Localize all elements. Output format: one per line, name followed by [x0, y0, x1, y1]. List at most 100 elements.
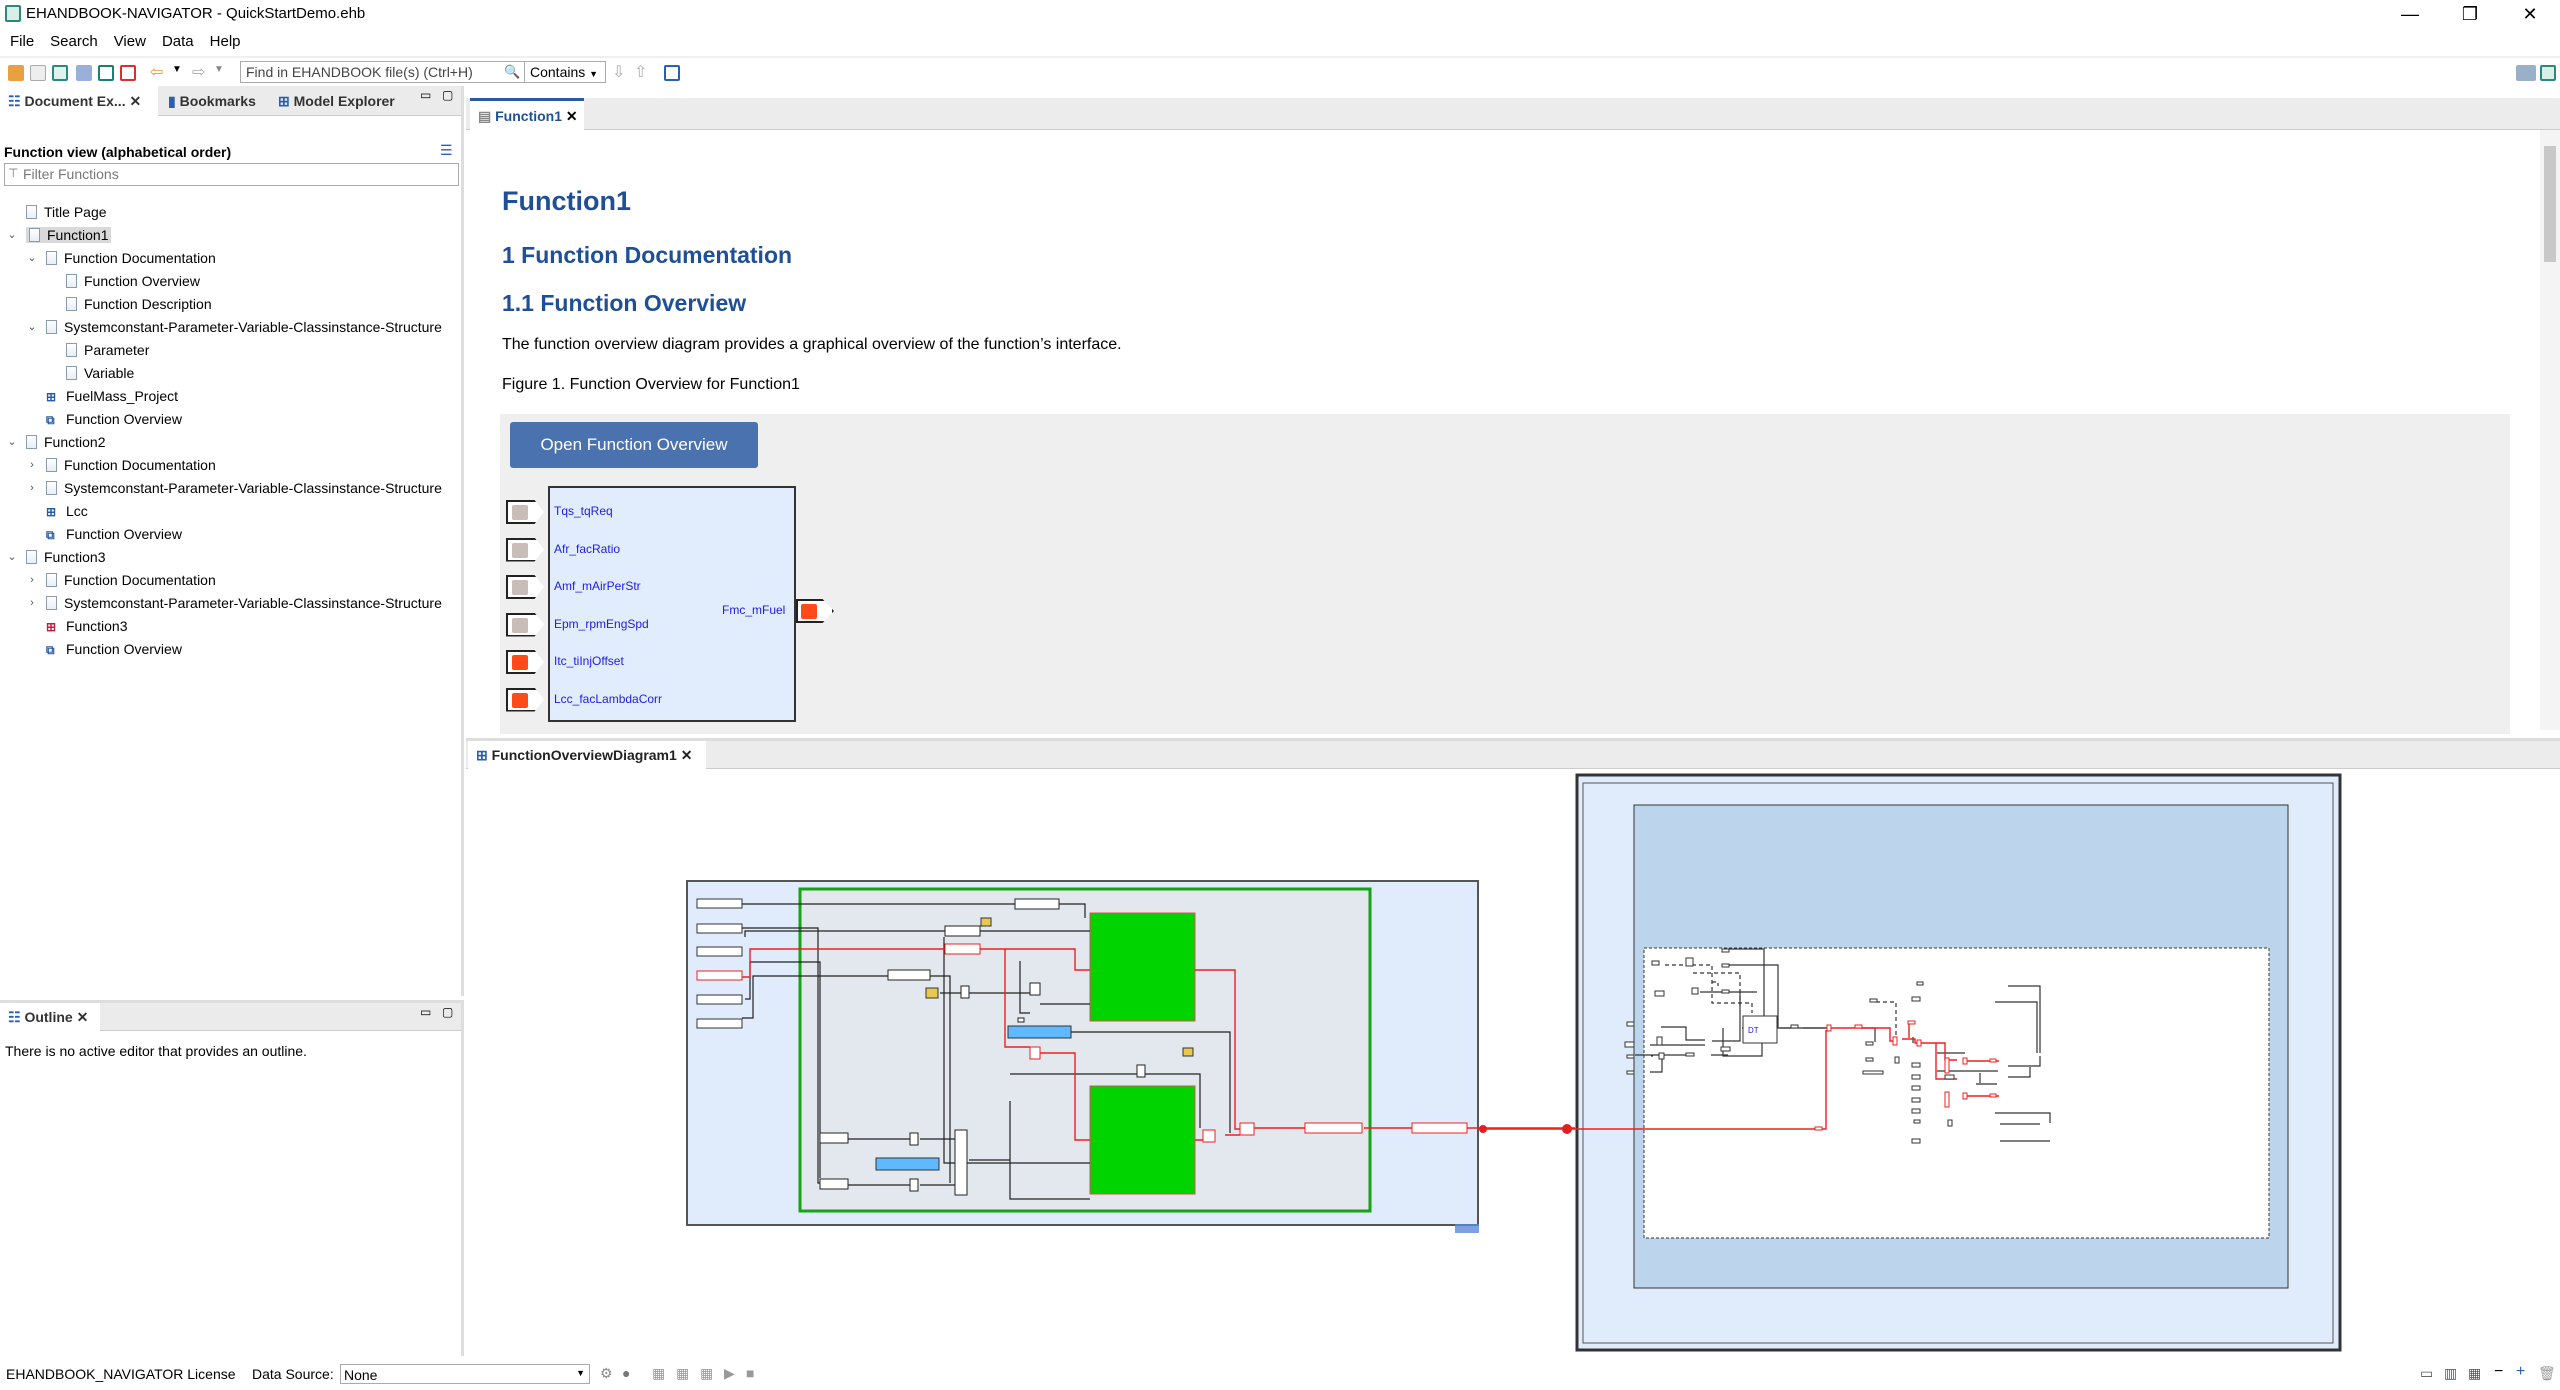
stop-icon[interactable]: ■ [746, 1365, 754, 1381]
settings-icon[interactable]: ⚙ [600, 1365, 613, 1382]
tree-item[interactable]: › Function Documentation [28, 569, 216, 592]
tree-item[interactable]: ⧉ Function Overview [28, 523, 182, 546]
menu-view[interactable]: View [114, 30, 146, 54]
tree-item[interactable]: ⌄ Function2 [6, 431, 105, 454]
input-port[interactable] [506, 612, 544, 637]
search-icon[interactable]: 🔍 [504, 64, 520, 80]
zoom-in-icon[interactable]: + [2516, 1363, 2525, 1381]
ehandbook-icon[interactable] [2540, 65, 2556, 81]
record-icon[interactable]: ▦ [700, 1365, 713, 1382]
filter-functions-input[interactable]: Filter Functions [4, 163, 459, 186]
tree-item[interactable]: ⧉ Function Overview [28, 638, 182, 661]
chevron-right-icon[interactable]: › [26, 454, 38, 477]
tree-item[interactable]: ⌄ Function Documentation [27, 247, 215, 270]
measure-icon[interactable]: ▦ [676, 1365, 689, 1382]
output-port[interactable] [796, 599, 834, 623]
input-port[interactable] [506, 575, 544, 599]
tree-item[interactable]: ⊞ Function3 [28, 615, 127, 638]
search-up-icon[interactable]: ⇧ [634, 62, 647, 82]
input-port-label[interactable]: Lcc_facLambdaCorr [554, 692, 662, 706]
tree-item[interactable]: › Systemconstant-Parameter-Variable-Class… [28, 592, 442, 615]
input-port-label[interactable]: Afr_facRatio [554, 542, 620, 556]
minimize-panel-icon[interactable]: ▭ [420, 88, 431, 102]
close-window-button[interactable]: ✕ [2500, 0, 2560, 28]
diagram-input-block[interactable] [696, 923, 743, 934]
green-subsystem-block[interactable] [1089, 912, 1196, 1022]
tree-item[interactable]: Variable [48, 362, 134, 385]
tab-function-overview-diagram[interactable]: ⊞ FunctionOverviewDiagram1 ✕ [468, 741, 706, 769]
menu-file[interactable]: File [10, 30, 34, 54]
chevron-down-icon[interactable]: ▼ [214, 64, 224, 75]
tree-item[interactable]: ⌄ Function1 [6, 224, 112, 247]
input-port-label[interactable]: Itc_tiInjOffset [554, 654, 624, 668]
menu-search[interactable]: Search [50, 30, 98, 54]
menu-help[interactable]: Help [210, 30, 241, 54]
keyboard-icon[interactable] [2516, 65, 2536, 81]
chevron-right-icon[interactable]: › [26, 477, 38, 500]
match-mode-dropdown[interactable]: Contains ▼ [524, 61, 606, 83]
compact-button[interactable] [1455, 1224, 1479, 1233]
diagram-input-block[interactable] [696, 970, 743, 981]
input-port-label[interactable]: Tqs_tqReq [554, 504, 613, 518]
tree-item[interactable]: Parameter [48, 339, 149, 362]
restore-button[interactable]: ❐ [2440, 0, 2500, 28]
tree-item[interactable]: ⊞ Lcc [28, 500, 88, 523]
diagram-input-block[interactable] [696, 898, 743, 909]
calibration-icon[interactable]: ▦ [652, 1365, 665, 1382]
close-tab-icon[interactable]: ✕ [129, 93, 141, 109]
chevron-right-icon[interactable]: › [26, 592, 38, 615]
search-input[interactable]: Find in EHANDBOOK file(s) (Ctrl+H) [240, 61, 525, 83]
play-icon[interactable]: ▶ [724, 1365, 735, 1382]
connect-icon[interactable]: ● [622, 1365, 630, 1381]
tree-item[interactable]: ⊞ FuelMass_Project [28, 385, 178, 408]
layout-grid-icon[interactable]: ▦ [2468, 1365, 2481, 1382]
tab-outline[interactable]: ☷ Outline ✕ [0, 1003, 100, 1031]
diagram-icon[interactable] [664, 65, 680, 81]
view-menu-icon[interactable]: ☰ [440, 142, 453, 159]
book-icon[interactable] [52, 65, 68, 81]
output-port-label[interactable]: Fmc_mFuel [722, 603, 785, 617]
pdf-icon[interactable] [120, 65, 136, 81]
print-icon[interactable] [76, 65, 92, 81]
back-arrow-icon[interactable]: ⇦ [150, 62, 163, 82]
zoom-out-icon[interactable]: − [2494, 1363, 2503, 1381]
green-subsystem-block[interactable] [1089, 1085, 1196, 1195]
tree-item[interactable]: › Systemconstant-Parameter-Variable-Class… [28, 477, 442, 500]
menu-data[interactable]: Data [162, 30, 194, 54]
save-icon[interactable] [30, 65, 46, 81]
chevron-down-icon[interactable]: ⌄ [6, 224, 18, 247]
chevron-down-icon[interactable]: ⌄ [6, 431, 18, 454]
chevron-right-icon[interactable]: › [26, 569, 38, 592]
diagram-input-block[interactable] [696, 946, 743, 957]
open-folder-icon[interactable] [8, 65, 24, 81]
maximize-panel-icon[interactable]: ▢ [442, 1005, 453, 1019]
input-port[interactable] [506, 650, 544, 674]
input-port[interactable] [506, 537, 544, 562]
output-signal-block[interactable] [1304, 1122, 1363, 1134]
license-label[interactable]: EHANDBOOK_NAVIGATOR License [6, 1366, 236, 1382]
tab-model-explorer[interactable]: ⊞ Model Explorer [270, 86, 410, 116]
layout-split-icon[interactable]: ▥ [2444, 1365, 2457, 1382]
chevron-down-icon[interactable]: ⌄ [26, 316, 38, 339]
diagram-input-block[interactable] [696, 1018, 743, 1029]
vertical-scrollbar[interactable] [2540, 130, 2560, 730]
input-port[interactable] [506, 500, 544, 524]
close-tab-icon[interactable]: ✕ [681, 747, 693, 763]
tree-item[interactable]: › Function Documentation [28, 454, 216, 477]
tree-item[interactable]: Function Overview [48, 270, 200, 293]
minimize-button[interactable]: — [2380, 0, 2440, 28]
trash-icon[interactable]: 🗑 [2538, 1365, 2556, 1382]
function-overview-diagram[interactable]: Compact [466, 769, 2560, 1359]
tree-item[interactable]: ⌄ Systemconstant-Parameter-Variable-Class… [26, 316, 442, 339]
input-port-label[interactable]: Epm_rpmEngSpd [554, 617, 649, 631]
minimize-panel-icon[interactable]: ▭ [420, 1005, 431, 1019]
forward-arrow-icon[interactable]: ⇨ [192, 62, 205, 82]
input-port-label[interactable]: Amf_mAirPerStr [554, 579, 641, 593]
diagram-input-block[interactable] [696, 994, 743, 1005]
tree-item[interactable]: ⧉ Function Overview [28, 408, 182, 431]
tab-document-explorer[interactable]: ☷ Document Ex... ✕ [0, 86, 158, 116]
tree-item[interactable]: Function Description [48, 293, 212, 316]
close-tab-icon[interactable]: ✕ [77, 1009, 89, 1025]
layout-single-icon[interactable]: ▭ [2420, 1365, 2433, 1382]
tab-function1[interactable]: ▤ Function1 ✕ [470, 98, 584, 130]
